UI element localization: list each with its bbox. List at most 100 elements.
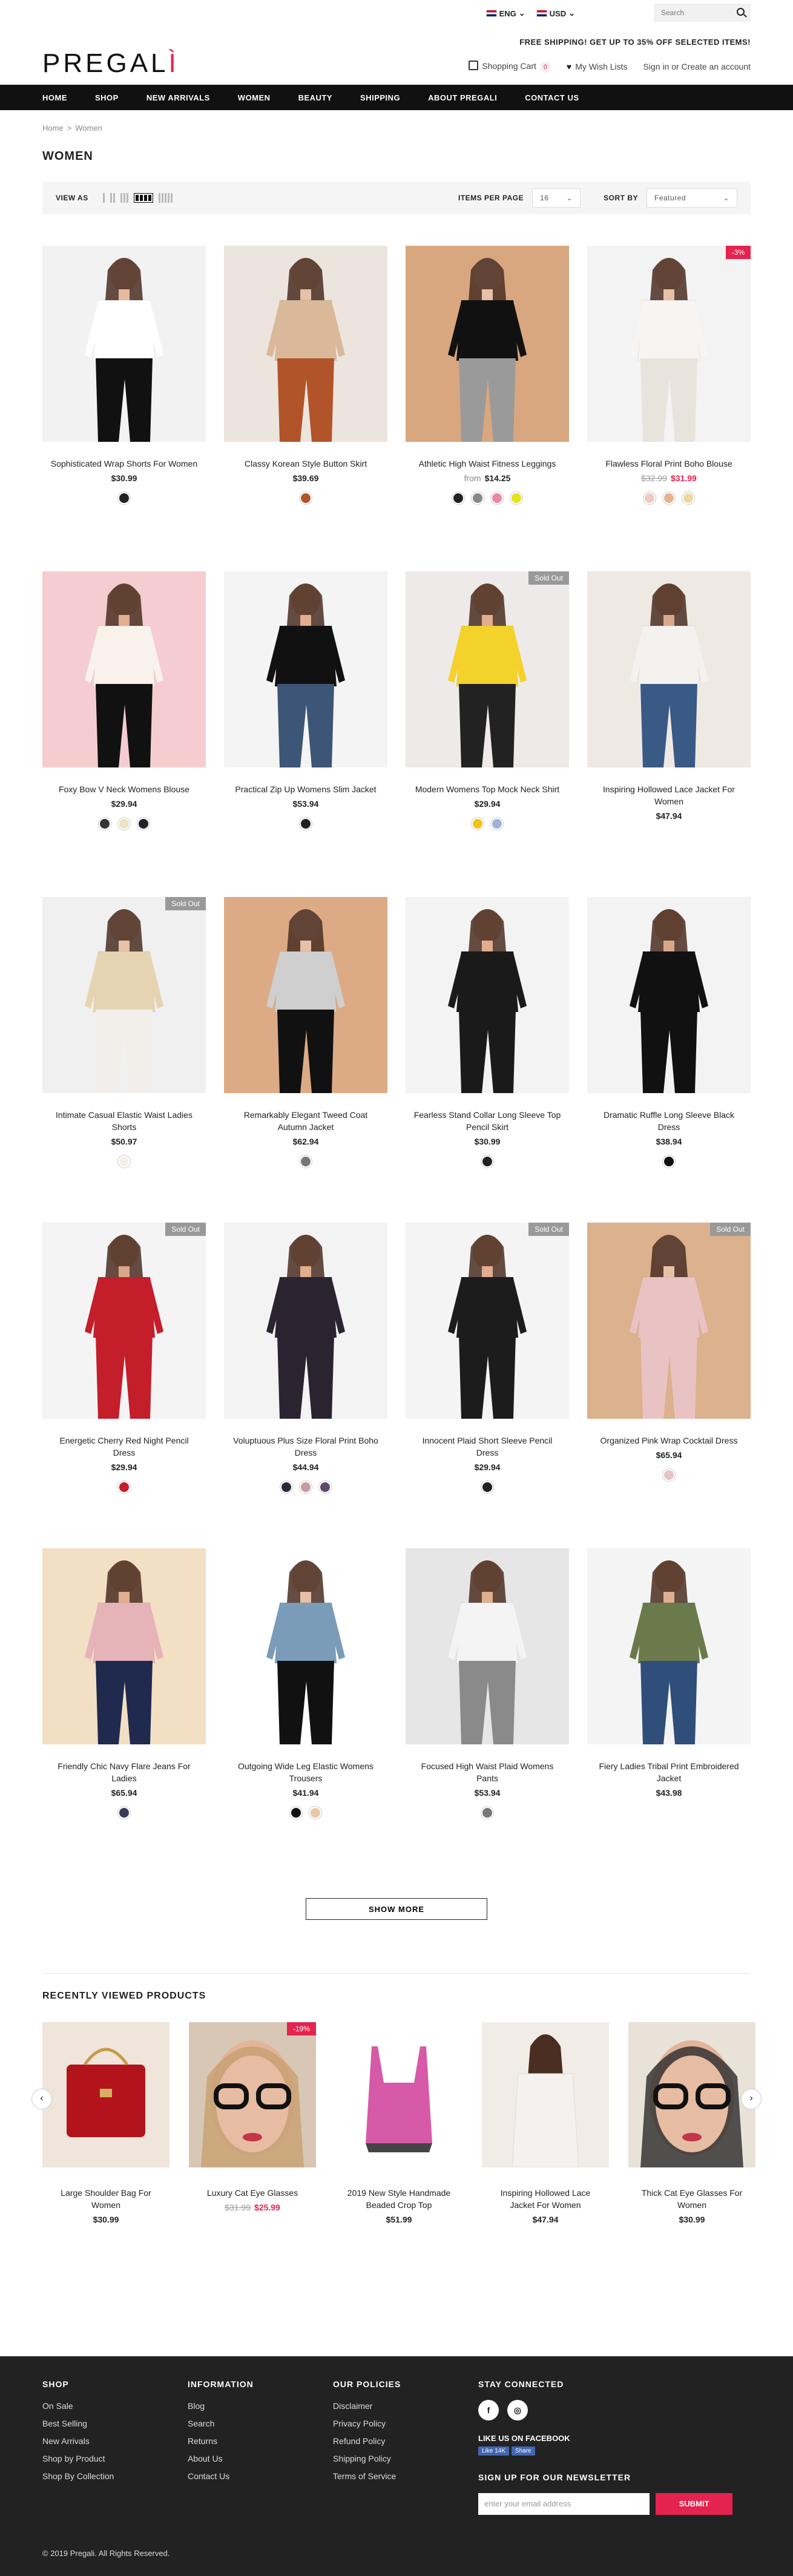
color-swatch[interactable] — [137, 817, 150, 830]
product-card[interactable]: Classy Korean Style Button Skirt $39.69 — [224, 246, 387, 571]
footer-link-new-arrivals[interactable]: New Arrivals — [42, 2433, 188, 2450]
product-name[interactable]: Inspiring Hollowed Lace Jacket For Women — [482, 2187, 609, 2211]
color-swatch[interactable] — [299, 817, 312, 830]
product-card[interactable]: Fearless Stand Collar Long Sleeve Top Pe… — [406, 897, 569, 1223]
footer-link-returns[interactable]: Returns — [188, 2433, 333, 2450]
product-image[interactable]: Sold Out — [42, 897, 206, 1093]
show-more-button[interactable]: SHOW MORE — [306, 1898, 487, 1920]
product-card[interactable]: Outgoing Wide Leg Elastic Womens Trouser… — [224, 1548, 387, 1874]
color-swatch[interactable] — [117, 1155, 131, 1168]
color-swatch[interactable] — [471, 491, 484, 505]
color-swatch[interactable] — [481, 1806, 494, 1819]
nav-home[interactable]: HOME — [42, 93, 67, 102]
recent-product-card[interactable]: 2019 New Style Handmade Beaded Crop Top … — [335, 2022, 462, 2224]
product-name[interactable]: Focused High Waist Plaid Womens Pants — [406, 1760, 569, 1784]
product-card[interactable]: Athletic High Waist Fitness Leggings fro… — [406, 246, 569, 571]
newsletter-email-input[interactable]: enter your email address — [478, 2493, 650, 2515]
product-name[interactable]: Sophisticated Wrap Shorts For Women — [42, 458, 206, 470]
product-image[interactable] — [335, 2022, 462, 2167]
color-swatch[interactable] — [117, 817, 131, 830]
search-icon[interactable] — [737, 8, 745, 16]
product-name[interactable]: Athletic High Waist Fitness Leggings — [406, 458, 569, 470]
product-name[interactable]: Innocent Plaid Short Sleeve Pencil Dress — [406, 1434, 569, 1459]
site-logo[interactable]: PREGALÌ — [42, 48, 179, 79]
product-name[interactable]: Energetic Cherry Red Night Pencil Dress — [42, 1434, 206, 1459]
nav-women[interactable]: WOMEN — [238, 93, 271, 102]
breadcrumb-home[interactable]: Home — [42, 123, 64, 133]
product-image[interactable] — [406, 1548, 569, 1744]
nav-about[interactable]: ABOUT PREGALI — [428, 93, 497, 102]
product-name[interactable]: Dramatic Ruffle Long Sleeve Black Dress — [587, 1109, 751, 1133]
product-image[interactable] — [406, 897, 569, 1093]
color-swatch[interactable] — [682, 491, 695, 505]
product-name[interactable]: Fiery Ladies Tribal Print Embroidered Ja… — [587, 1760, 751, 1784]
product-card[interactable]: Inspiring Hollowed Lace Jacket For Women… — [587, 571, 751, 897]
fb-like-button[interactable]: Like 14K — [478, 2446, 509, 2456]
footer-link-refund-policy[interactable]: Refund Policy — [333, 2433, 478, 2450]
color-swatch[interactable] — [452, 491, 465, 505]
product-image[interactable] — [406, 246, 569, 442]
nav-contact[interactable]: CONTACT US — [525, 93, 579, 102]
color-swatch[interactable] — [117, 491, 131, 505]
product-image[interactable] — [628, 2022, 755, 2167]
product-image[interactable] — [224, 1548, 387, 1744]
product-card[interactable]: Sold Out Energetic Cherry Red Night Penc… — [42, 1223, 206, 1548]
product-image[interactable] — [587, 571, 751, 767]
color-swatch[interactable] — [117, 1806, 131, 1819]
language-select[interactable]: ENG ⌄ — [485, 8, 525, 18]
product-image[interactable] — [42, 571, 206, 767]
sort-by-select[interactable]: Featured — [647, 188, 737, 208]
product-card[interactable]: Sold Out Intimate Casual Elastic Waist L… — [42, 897, 206, 1223]
product-image[interactable] — [224, 246, 387, 442]
color-swatch[interactable] — [117, 1480, 131, 1494]
product-image[interactable] — [42, 1548, 206, 1744]
facebook-icon[interactable]: f — [478, 2400, 499, 2420]
product-name[interactable]: Luxury Cat Eye Glasses — [189, 2187, 316, 2199]
product-name[interactable]: Modern Womens Top Mock Neck Shirt — [406, 783, 569, 795]
color-swatch[interactable] — [309, 1806, 322, 1819]
grid-4-icon[interactable] — [133, 193, 153, 203]
product-image[interactable] — [224, 1223, 387, 1419]
currency-select[interactable]: USD ⌄ — [536, 8, 575, 18]
newsletter-submit-button[interactable]: SUBMIT — [656, 2493, 732, 2515]
footer-link-shop-by-collection[interactable]: Shop By Collection — [42, 2468, 188, 2485]
product-name[interactable]: Fearless Stand Collar Long Sleeve Top Pe… — [406, 1109, 569, 1133]
nav-shipping[interactable]: SHIPPING — [360, 93, 400, 102]
footer-link-shop-by-product[interactable]: Shop by Product — [42, 2450, 188, 2468]
items-per-page-select[interactable]: 16 — [532, 188, 581, 208]
instagram-icon[interactable]: ◎ — [507, 2400, 528, 2420]
product-name[interactable]: Voluptuous Plus Size Floral Print Boho D… — [224, 1434, 387, 1459]
footer-link-contact-us[interactable]: Contact Us — [188, 2468, 333, 2485]
product-card[interactable]: Sold Out Innocent Plaid Short Sleeve Pen… — [406, 1223, 569, 1548]
footer-link-best-selling[interactable]: Best Selling — [42, 2415, 188, 2433]
product-name[interactable]: Large Shoulder Bag For Women — [42, 2187, 169, 2211]
color-swatch[interactable] — [471, 817, 484, 830]
footer-link-on-sale[interactable]: On Sale — [42, 2397, 188, 2415]
fb-share-button[interactable]: Share — [511, 2446, 535, 2456]
product-card[interactable]: Sold Out Organized Pink Wrap Cocktail Dr… — [587, 1223, 751, 1548]
product-name[interactable]: Intimate Casual Elastic Waist Ladies Sho… — [42, 1109, 206, 1133]
color-swatch[interactable] — [98, 817, 111, 830]
product-card[interactable]: Friendly Chic Navy Flare Jeans For Ladie… — [42, 1548, 206, 1874]
product-image[interactable] — [42, 246, 206, 442]
color-swatch[interactable] — [662, 1468, 676, 1482]
nav-shop[interactable]: SHOP — [95, 93, 119, 102]
product-card[interactable]: Dramatic Ruffle Long Sleeve Black Dress … — [587, 897, 751, 1223]
product-card[interactable]: Fiery Ladies Tribal Print Embroidered Ja… — [587, 1548, 751, 1874]
product-card[interactable]: Remarkably Elegant Tweed Coat Autumn Jac… — [224, 897, 387, 1223]
cart-link[interactable]: Shopping Cart 0 — [469, 61, 551, 73]
grid-5-icon[interactable] — [158, 193, 173, 203]
product-card[interactable]: Practical Zip Up Womens Slim Jacket $53.… — [224, 571, 387, 897]
product-image[interactable] — [482, 2022, 609, 2167]
grid-3-icon[interactable] — [120, 193, 128, 203]
product-card[interactable]: Sophisticated Wrap Shorts For Women $30.… — [42, 246, 206, 571]
product-image[interactable] — [42, 2022, 169, 2167]
footer-link-privacy-policy[interactable]: Privacy Policy — [333, 2415, 478, 2433]
product-name[interactable]: Classy Korean Style Button Skirt — [224, 458, 387, 470]
color-swatch[interactable] — [299, 491, 312, 505]
product-name[interactable]: Remarkably Elegant Tweed Coat Autumn Jac… — [224, 1109, 387, 1133]
product-image[interactable]: -3% — [587, 246, 751, 442]
color-swatch[interactable] — [490, 817, 504, 830]
search-input[interactable]: Search — [654, 4, 751, 22]
color-swatch[interactable] — [481, 1480, 494, 1494]
